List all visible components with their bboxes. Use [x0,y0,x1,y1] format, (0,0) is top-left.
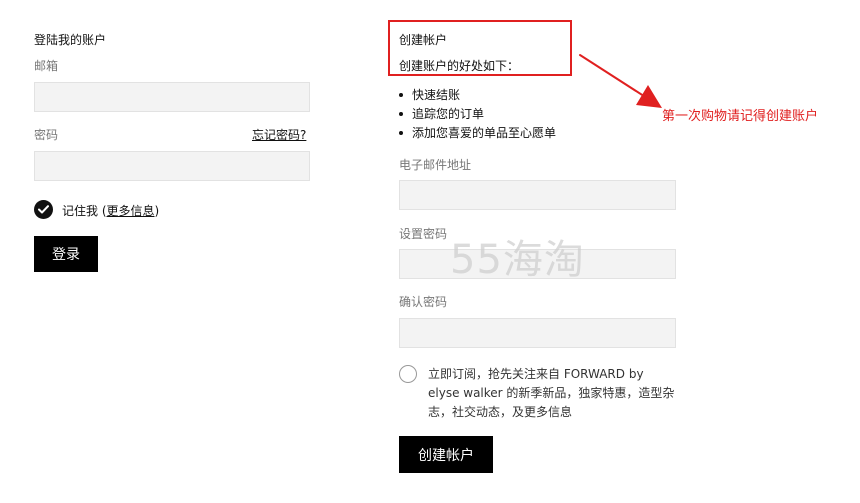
benefit-text: 快速结账 [412,88,461,102]
benefits-intro: 创建账户的好处如下： [399,59,520,73]
remember-me-close-paren: ) [154,204,160,218]
benefit-item: 快速结账 [399,86,556,105]
benefit-item: 追踪您的订单 [399,105,556,124]
annotation-text: 第一次购物请记得创建账户 [662,109,819,124]
signup-email-input[interactable] [399,180,676,210]
bullet-icon [399,111,403,116]
set-password-label: 设置密码 [399,227,448,241]
benefit-text: 添加您喜爱的单品至心愿单 [412,126,557,140]
benefit-text: 追踪您的订单 [412,107,485,121]
forgot-password-link[interactable]: 忘记密码? [252,126,306,143]
remember-me-checkbox[interactable] [34,200,53,219]
login-button[interactable]: 登录 [34,236,98,272]
remember-me-label: 记住我 (更多信息) [62,202,159,219]
create-account-title: 创建帐户 [399,33,448,47]
login-title: 登陆我的账户 [34,33,107,47]
create-account-button[interactable]: 创建帐户 [399,436,493,473]
signup-email-label: 电子邮件地址 [399,158,472,172]
login-email-input[interactable] [34,82,310,112]
subscribe-checkbox[interactable] [399,365,417,383]
confirm-password-input[interactable] [399,318,676,348]
login-password-input[interactable] [34,151,310,181]
login-password-label: 密码 [34,128,59,142]
benefits-list: 快速结账 追踪您的订单 添加您喜爱的单品至心愿单 [399,86,556,143]
login-email-label: 邮箱 [34,59,59,73]
confirm-password-label: 确认密码 [399,295,448,309]
more-info-link[interactable]: 更多信息 [107,204,155,218]
checkmark-icon [38,205,49,214]
bullet-icon [399,92,403,97]
watermark-logo: 55海淘 [450,237,585,283]
remember-me-text: 记住我 ( [62,204,107,218]
bullet-icon [399,130,403,135]
benefit-item: 添加您喜爱的单品至心愿单 [399,124,556,143]
subscribe-label: 立即订阅，抢先关注来自 FORWARD by elyse walker 的新季新… [428,367,675,419]
